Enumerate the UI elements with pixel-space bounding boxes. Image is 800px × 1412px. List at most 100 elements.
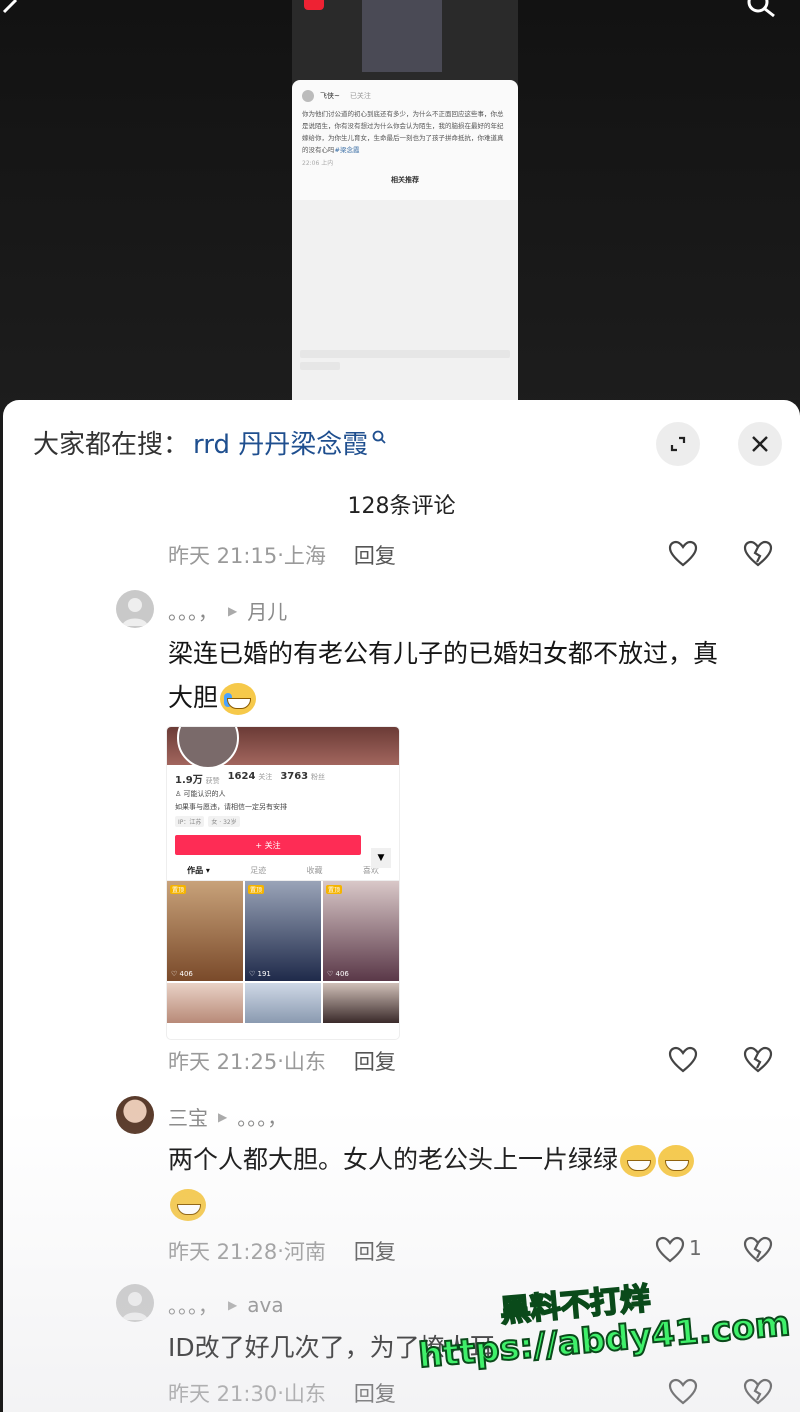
comment-count: 128条评论 bbox=[347, 494, 456, 519]
comment-meta: 昨天 21:15 · 上海 回复 bbox=[168, 540, 396, 570]
back-arrow-icon[interactable] bbox=[0, 0, 24, 24]
comment-time: 昨天 21:15 bbox=[168, 544, 278, 568]
comment-sheet: 大家都在搜： rrd 丹丹梁念霞 128条评论 昨天 21:15 · 上海 回复 。… bbox=[3, 400, 800, 1412]
expand-icon bbox=[670, 436, 686, 452]
grin-emoji-icon bbox=[658, 1145, 695, 1177]
dislike-icon[interactable] bbox=[743, 1236, 773, 1264]
search-icon[interactable] bbox=[744, 0, 778, 26]
tab-works: 作品 ▾ bbox=[187, 866, 210, 875]
pinned-badge: 置顶 bbox=[326, 885, 343, 894]
embedded-post-preview: 飞侠~ 已关注 你为他们讨公道的初心到底还有多少，为什么不正面回应这些事，你总是… bbox=[292, 80, 518, 400]
reply-button[interactable]: 回复 bbox=[354, 540, 396, 570]
dislike-icon[interactable] bbox=[743, 540, 773, 568]
comment-location: 山东 bbox=[283, 1050, 326, 1074]
reply-to-username[interactable]: ava bbox=[247, 1293, 283, 1317]
reply-arrow-icon: ▶ bbox=[218, 1109, 228, 1124]
close-icon bbox=[752, 436, 768, 452]
grid-video: 置顶 ♡ 406 bbox=[323, 881, 399, 981]
stat-label: 粉丝 bbox=[311, 773, 326, 781]
tab-footprint: 足迹 bbox=[250, 866, 267, 875]
stat-label: 获赞 bbox=[205, 777, 220, 785]
video-thumbnail bbox=[304, 0, 442, 72]
post-meta: 22:06 上内 bbox=[302, 160, 334, 167]
post-hashtag: #梁念霞 bbox=[334, 146, 360, 154]
pinned-badge: 置顶 bbox=[248, 885, 265, 894]
comment-line: 大胆 bbox=[168, 683, 219, 712]
search-suggestion-keyword[interactable]: rrd 丹丹梁念霞 bbox=[193, 424, 368, 461]
follow-button: + 关注 bbox=[175, 835, 361, 855]
like-count: ♡ 191 bbox=[249, 970, 271, 978]
like-icon[interactable] bbox=[668, 1046, 698, 1074]
avatar[interactable] bbox=[116, 1096, 154, 1134]
stat-label: 关注 bbox=[258, 773, 273, 781]
reply-button[interactable]: 回复 bbox=[354, 1236, 396, 1266]
username[interactable]: 。。。， bbox=[168, 596, 218, 625]
comment-time: 昨天 21:25 bbox=[168, 1050, 278, 1074]
video-background: 飞侠~ 已关注 你为他们讨公道的初心到底还有多少，为什么不正面回应这些事，你总是… bbox=[0, 0, 800, 410]
comment-location: 上海 bbox=[283, 544, 326, 568]
avatar[interactable] bbox=[116, 1284, 154, 1322]
reply-arrow-icon: ▶ bbox=[228, 1297, 238, 1312]
comment-meta: 昨天 21:25 · 山东 回复 bbox=[168, 1046, 396, 1076]
reply-arrow-icon: ▶ bbox=[228, 603, 238, 618]
like-count: ♡ 406 bbox=[327, 970, 349, 978]
avatar bbox=[302, 90, 314, 102]
post-body: 你为他们讨公道的初心到底还有多少，为什么不正面回应这些事，你总是说陌生，你有没有… bbox=[302, 110, 504, 154]
person-icon: ♙ bbox=[175, 790, 184, 798]
comment-meta: 昨天 21:28 · 河南 回复 bbox=[168, 1236, 396, 1266]
username[interactable]: 。。。， bbox=[168, 1290, 218, 1319]
comment-text: 两个人都大胆。女人的老公头上一片绿绿 bbox=[168, 1138, 695, 1226]
reply-button[interactable]: 回复 bbox=[354, 1046, 396, 1076]
reply-to-username[interactable]: 月儿 bbox=[247, 596, 287, 625]
laugh-cry-emoji-icon bbox=[220, 683, 257, 715]
grid-video: 置顶 ♡ 406 bbox=[167, 881, 243, 981]
search-icon bbox=[372, 430, 386, 444]
video-grid: 置顶 ♡ 406 置顶 ♡ 191 置顶 ♡ 406 bbox=[167, 881, 399, 981]
grin-emoji-icon bbox=[170, 1189, 206, 1221]
expand-button[interactable] bbox=[656, 422, 700, 466]
profile-tag: 女 · 32岁 bbox=[208, 816, 240, 827]
follow-status: 已关注 bbox=[349, 92, 371, 100]
stat-value: 3763 bbox=[280, 771, 309, 782]
pinned-badge: 置顶 bbox=[170, 885, 187, 894]
related-heading: 相关推荐 bbox=[391, 176, 419, 184]
search-suggestion-label: 大家都在搜： bbox=[33, 430, 190, 460]
grid-video: 置顶 ♡ 191 bbox=[245, 881, 321, 981]
profile-bio: 如果事与愿违，请相信一定另有安排 bbox=[175, 803, 287, 811]
profile-tabs: 作品 ▾ 足迹 收藏 喜欢 bbox=[167, 855, 399, 881]
reply-button[interactable]: 回复 bbox=[354, 1378, 396, 1408]
comment-text: 梁连已婚的有老公有儿子的已婚妇女都不放过，真 大胆 bbox=[168, 632, 718, 720]
search-suggestion[interactable]: 大家都在搜： rrd 丹丹梁念霞 bbox=[33, 424, 388, 461]
comment-meta: 昨天 21:30 · 山东 回复 bbox=[168, 1378, 396, 1408]
comment-line: 梁连已婚的有老公有儿子的已婚妇女都不放过，真 bbox=[168, 639, 719, 668]
grin-emoji-icon bbox=[620, 1145, 657, 1177]
dislike-icon[interactable] bbox=[743, 1046, 773, 1074]
comment-location: 河南 bbox=[283, 1240, 326, 1264]
tab-favorites: 收藏 bbox=[306, 866, 323, 875]
profile-tag: IP：江苏 bbox=[175, 816, 205, 827]
comment-username[interactable]: 三宝 ▶ 。。。， bbox=[168, 1102, 287, 1131]
like-count: 1 bbox=[689, 1236, 702, 1260]
like-icon[interactable] bbox=[655, 1236, 685, 1264]
reply-to-username[interactable]: 。。。， bbox=[237, 1102, 287, 1131]
post-text: 你为他们讨公道的初心到底还有多少，为什么不正面回应这些事，你总是说陌生，你有没有… bbox=[292, 106, 518, 158]
close-button[interactable] bbox=[738, 422, 782, 466]
comment-time: 昨天 21:28 bbox=[168, 1240, 278, 1264]
comment-time: 昨天 21:30 bbox=[168, 1382, 278, 1406]
like-icon[interactable] bbox=[668, 540, 698, 568]
video-grid-row bbox=[167, 983, 399, 1023]
comment-username[interactable]: 。。。， ▶ ava bbox=[168, 1290, 284, 1319]
profile-hint: 可能认识的人 bbox=[183, 790, 226, 798]
avatar[interactable] bbox=[116, 590, 154, 628]
post-author: 飞侠~ bbox=[320, 92, 340, 100]
like-icon[interactable] bbox=[668, 1378, 698, 1406]
dislike-icon[interactable] bbox=[743, 1378, 773, 1406]
related-placeholder bbox=[292, 200, 518, 400]
comment-line: 两个人都大胆。女人的老公头上一片绿绿 bbox=[168, 1145, 619, 1174]
comment-username[interactable]: 。。。， ▶ 月儿 bbox=[168, 596, 287, 625]
stat-value: 1.9万 bbox=[175, 775, 203, 786]
comment-image[interactable]: 1.9万 获赞 1624 关注 3763 粉丝 ♙ 可能认识的人 如果事与愿违，… bbox=[167, 727, 399, 1039]
username[interactable]: 三宝 bbox=[168, 1102, 208, 1131]
comment-location: 山东 bbox=[283, 1382, 326, 1406]
profile-avatar bbox=[177, 727, 239, 769]
